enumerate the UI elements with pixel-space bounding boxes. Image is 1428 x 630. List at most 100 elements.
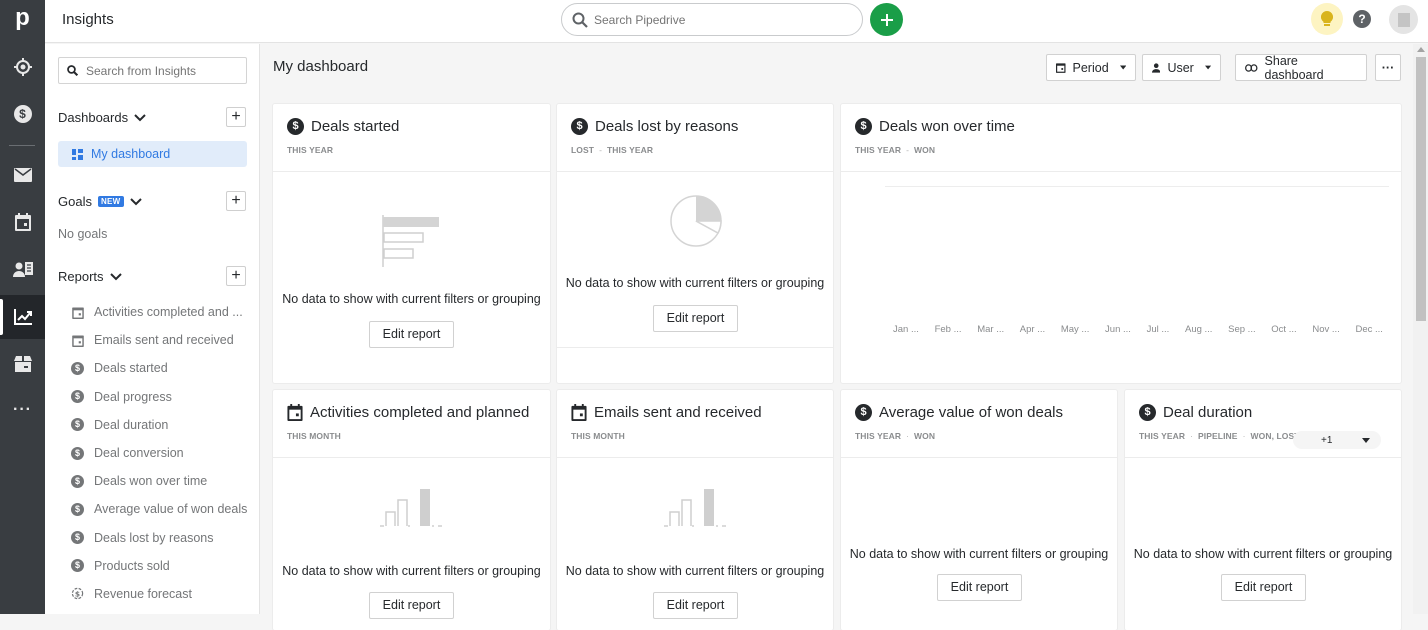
report-item[interactable]: $ Average value of won deals [71, 495, 251, 523]
card-filters: THIS YEAR · WON [855, 431, 936, 441]
card-title[interactable]: Activities completed and planned [310, 404, 529, 421]
rail-item-activities[interactable] [0, 200, 45, 244]
card-filters: THIS MONTH [571, 431, 819, 441]
quick-add-button[interactable] [870, 3, 903, 36]
chart-gridline [885, 186, 1389, 187]
dashboard-label: My dashboard [91, 147, 171, 161]
report-label: Activities completed and ... [94, 305, 243, 320]
add-report-button[interactable]: + [226, 266, 246, 286]
edit-report-button[interactable]: Edit report [653, 592, 738, 619]
report-item[interactable]: $ Deals won over time [71, 467, 251, 495]
rail-item-contacts[interactable] [0, 247, 45, 291]
edit-report-button[interactable]: Edit report [369, 592, 454, 619]
report-card-deal-duration: $ Deal duration THIS YEAR · PIPELINE · WON… [1125, 390, 1401, 630]
calendar-icon [71, 334, 84, 347]
card-body: No data to show with current filters or … [273, 172, 550, 382]
edit-report-button[interactable]: Edit report [653, 305, 738, 332]
reports-heading: Reports [58, 269, 104, 284]
edit-report-button[interactable]: Edit report [369, 321, 454, 348]
report-item[interactable]: $ Deal conversion [71, 439, 251, 467]
rail-item-mail[interactable] [0, 153, 45, 197]
add-goal-button[interactable]: + [226, 191, 246, 211]
filter-tag: THIS YEAR [287, 145, 334, 155]
goals-section-toggle[interactable]: Goals NEW [58, 194, 142, 209]
card-title[interactable]: Deal duration [1163, 404, 1252, 421]
report-item[interactable]: $ Deals lost by reasons [71, 524, 251, 552]
chevron-down-icon [134, 113, 146, 121]
reports-section-toggle[interactable]: Reports [58, 269, 122, 284]
month-tick: Jan ... [893, 324, 919, 335]
report-card-deals-won-over-time: $ Deals won over time THIS YEAR - WON Jan… [841, 104, 1401, 383]
calendar-icon [1056, 63, 1066, 73]
report-item[interactable]: $ Deal duration [71, 411, 251, 439]
help-icon[interactable]: ? [1353, 10, 1371, 28]
card-title[interactable]: Emails sent and received [594, 404, 762, 421]
scrollbar-thumb[interactable] [1416, 57, 1426, 321]
card-body: Jan ... Feb ... Mar ... Apr ... May ... … [841, 172, 1401, 382]
global-search[interactable] [561, 3, 863, 36]
card-title[interactable]: Average value of won deals [879, 404, 1063, 421]
rail-item-insights[interactable] [0, 295, 45, 339]
dollar-icon: $ [571, 118, 588, 135]
card-filters: THIS MONTH [287, 431, 536, 441]
report-item[interactable]: $ Revenue forecast [71, 580, 251, 608]
pipedrive-logo[interactable]: p [0, 0, 45, 40]
dollar-icon: $ [71, 559, 84, 573]
main-scrollbar[interactable] [1413, 44, 1428, 614]
card-filters: THIS YEAR - WON [855, 145, 936, 155]
month-tick: Oct ... [1271, 324, 1297, 335]
dollar-icon: $ [71, 418, 84, 432]
tips-button[interactable] [1311, 3, 1343, 35]
column-placeholder-icon [664, 489, 726, 527]
chevron-down-icon [109, 272, 122, 280]
card-title[interactable]: Deals started [311, 118, 399, 135]
month-tick: Jul ... [1146, 324, 1170, 335]
report-item[interactable]: Activities completed and ... [71, 298, 251, 326]
global-search-input[interactable] [594, 12, 834, 27]
report-item[interactable]: Emails sent and received [71, 326, 251, 354]
dashboards-heading: Dashboards [58, 110, 129, 125]
dollar-icon: $ [71, 531, 84, 545]
no-data-message: No data to show with current filters or … [282, 292, 541, 306]
report-item[interactable]: $ Products sold [71, 552, 251, 580]
scroll-up-arrow[interactable] [1417, 47, 1425, 52]
report-item[interactable]: $ Deal progress [71, 383, 251, 411]
dollar-icon: $ [71, 446, 84, 460]
app-title: Insights [62, 11, 114, 28]
period-filter-button[interactable]: Period [1046, 54, 1136, 81]
month-axis: Jan ... Feb ... Mar ... Apr ... May ... … [893, 324, 1383, 335]
edit-report-button[interactable]: Edit report [937, 574, 1022, 601]
dashboards-section-toggle[interactable]: Dashboards [58, 110, 146, 125]
rail-item-leads[interactable] [0, 45, 45, 89]
more-filters-dropdown[interactable]: +1 [1293, 431, 1381, 449]
report-card-average-value: $ Average value of won deals THIS YEAR · … [841, 390, 1117, 630]
user-label: User [1167, 60, 1194, 75]
rail-item-products[interactable] [0, 342, 45, 386]
month-tick: Apr ... [1019, 324, 1046, 335]
edit-report-button[interactable]: Edit report [1221, 574, 1306, 601]
sidebar-item-my-dashboard[interactable]: My dashboard [58, 141, 247, 167]
user-filter-button[interactable]: User [1142, 54, 1221, 81]
target-icon [13, 58, 32, 76]
user-avatar[interactable] [1389, 5, 1418, 34]
new-badge: NEW [97, 196, 124, 207]
dollar-icon: $ [855, 118, 872, 135]
insights-search[interactable] [58, 57, 247, 84]
card-title[interactable]: Deals won over time [879, 118, 1015, 135]
more-icon[interactable]: ··· [0, 388, 45, 432]
month-tick: Feb ... [934, 324, 962, 335]
share-dashboard-button[interactable]: Share dashboard [1235, 53, 1367, 82]
share-label: Share dashboard [1264, 53, 1324, 82]
filter-tag: WON [914, 145, 936, 155]
rail-item-deals[interactable]: $ [0, 92, 45, 136]
dollar-icon: $ [71, 390, 84, 404]
insights-search-input[interactable] [86, 63, 236, 78]
card-header: $ Deals lost by reasons LOST - THIS YEAR [557, 104, 833, 172]
lightbulb-icon [1321, 11, 1333, 26]
more-options-button[interactable]: ··· [1375, 54, 1401, 81]
report-item[interactable]: $ Deals started [71, 354, 251, 382]
dollar-icon: $ [71, 502, 84, 516]
chevron-down-icon [129, 197, 142, 205]
card-title[interactable]: Deals lost by reasons [595, 118, 738, 135]
add-dashboard-button[interactable]: + [226, 107, 246, 127]
